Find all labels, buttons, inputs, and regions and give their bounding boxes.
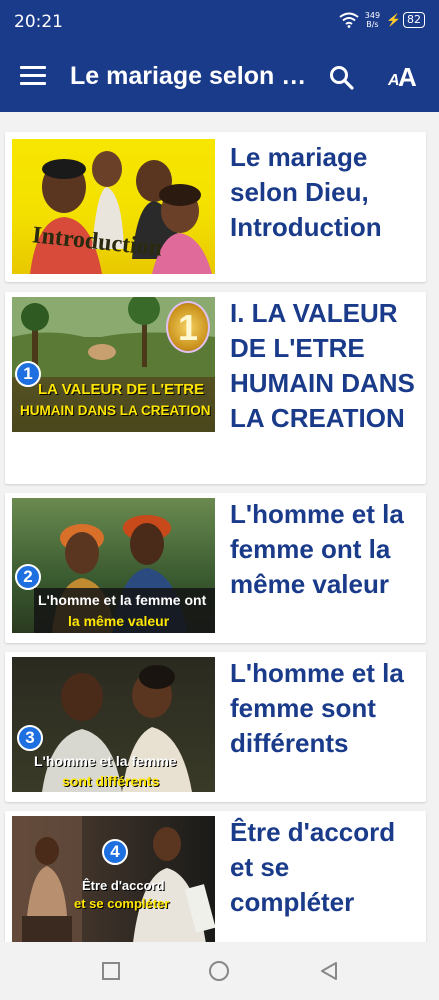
back-icon[interactable] <box>318 960 340 982</box>
network-speed: 349 B/s <box>365 11 380 29</box>
article-card-meme-valeur[interactable]: 2 L'homme et la femme ont la même valeur… <box>5 493 426 643</box>
number-badge: 3 <box>17 725 43 751</box>
menu-icon <box>20 66 46 85</box>
article-card-differents[interactable]: 3 L'homme et la femme sont différents L'… <box>5 652 426 802</box>
menu-button[interactable] <box>20 66 46 88</box>
article-title: L'homme et la femme ont la même valeur <box>230 499 404 599</box>
article-title: Le mariage selon Dieu, Introduction <box>230 142 382 242</box>
home-icon[interactable] <box>208 960 230 982</box>
font-size-icon: A <box>398 62 417 92</box>
article-card-etre-accord[interactable]: 4 Être d'accord et se compléter Être d'a… <box>5 811 426 942</box>
battery-icon: 82 <box>403 12 425 28</box>
thumbnail-caption-line1: Être d'accord <box>82 878 165 893</box>
status-bar: 20:21 349 B/s ⚡ 82 <box>0 0 439 44</box>
article-thumbnail: 3 L'homme et la femme sont différents <box>12 657 215 792</box>
font-size-button[interactable]: A A <box>388 62 422 94</box>
number-badge-label: 3 <box>25 728 35 747</box>
article-title: I. LA VALEUR DE L'ETRE HUMAIN DANS LA CR… <box>230 298 415 433</box>
status-time: 20:21 <box>14 12 63 32</box>
wifi-icon <box>339 12 359 28</box>
recents-icon[interactable] <box>100 960 122 982</box>
number-badge-label: 1 <box>23 364 33 383</box>
thumbnail-caption-line2: et se compléter <box>74 896 170 911</box>
page-title: Le mariage selon Dieu, Introduction <box>70 62 310 90</box>
number-badge: 4 <box>102 839 128 865</box>
article-card-valeur-etre-humain[interactable]: 1 1 LA VALEUR DE L'ETRE HUMAIN DANS LA C… <box>5 292 426 484</box>
number-badge-label: 2 <box>23 567 33 586</box>
thumbnail-caption-line2: sont différents <box>62 773 160 789</box>
couple-illustration <box>42 665 192 792</box>
status-icons: 349 B/s ⚡ 82 <box>339 11 425 29</box>
article-thumbnail: 2 L'homme et la femme ont la même valeur <box>12 498 215 633</box>
article-card-introduction[interactable]: Introduction Le mariage selon Dieu, Intr… <box>5 132 426 282</box>
number-badge-label: 4 <box>110 842 120 861</box>
system-nav-bar <box>0 942 439 1000</box>
big-number: 1 <box>177 307 199 348</box>
article-thumbnail: Introduction <box>12 139 215 274</box>
battery-level: 82 <box>407 13 421 26</box>
big-number-badge: 1 <box>166 301 210 353</box>
thumbnail-caption-line2: la même valeur <box>68 613 170 629</box>
article-thumbnail: 1 1 LA VALEUR DE L'ETRE HUMAIN DANS LA C… <box>12 297 215 432</box>
thumbnail-caption-line1: L'homme et la femme <box>34 753 177 769</box>
network-speed-unit: B/s <box>366 20 379 29</box>
article-list: Introduction Le mariage selon Dieu, Intr… <box>0 112 439 942</box>
number-badge: 2 <box>15 564 41 590</box>
charging-icon: ⚡ <box>386 13 401 27</box>
thumbnail-caption-line1: L'homme et la femme ont <box>38 592 207 608</box>
battery-indicator: ⚡ 82 <box>386 12 425 28</box>
search-icon[interactable] <box>328 64 356 92</box>
article-title: L'homme et la femme sont différents <box>230 658 404 758</box>
app-bar: Le mariage selon Dieu, Introduction A A <box>0 44 439 112</box>
network-speed-value: 349 <box>364 11 381 20</box>
thumbnail-caption-line2: HUMAIN DANS LA CREATION <box>20 403 211 418</box>
article-thumbnail: 4 Être d'accord et se compléter <box>12 816 215 942</box>
article-title: Être d'accord et se compléter <box>230 817 396 917</box>
thumbnail-caption-line1: LA VALEUR DE L'ETRE <box>38 381 205 398</box>
